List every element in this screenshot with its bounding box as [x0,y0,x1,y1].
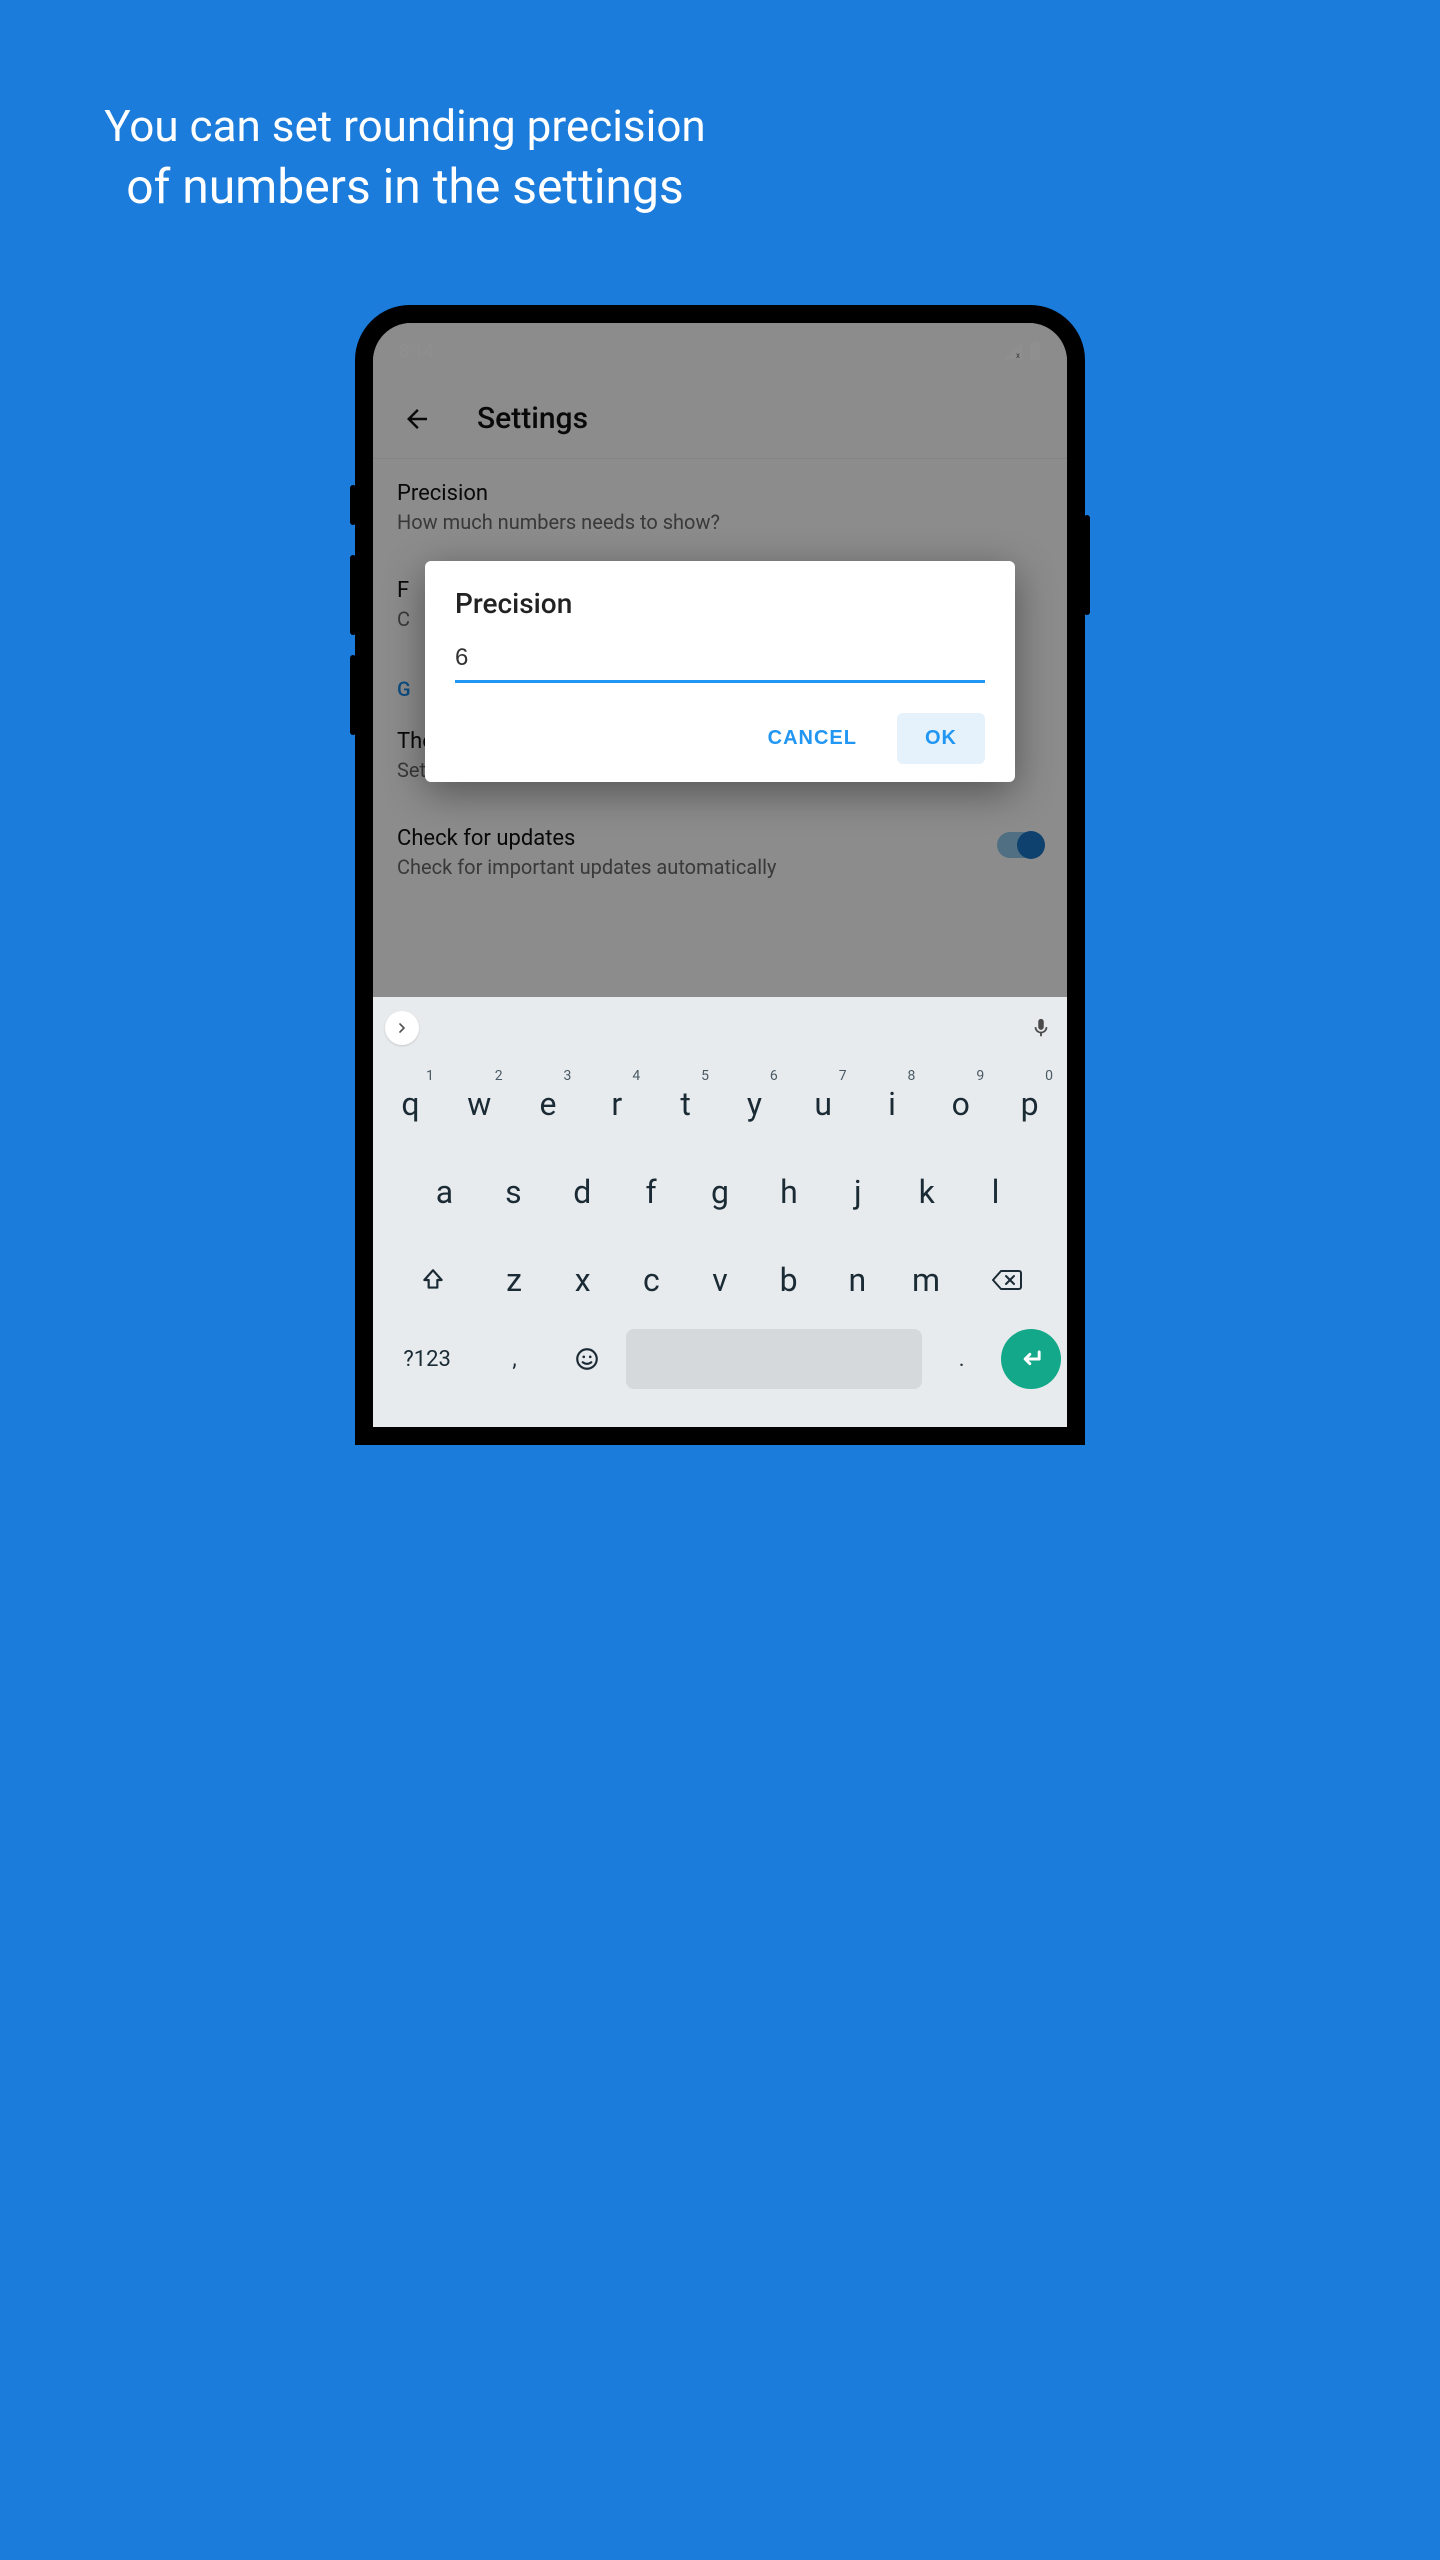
key-m[interactable]: m [895,1241,958,1319]
key-e[interactable]: e3 [517,1065,580,1143]
keyboard-row-2: asdfghjkl [379,1153,1061,1231]
ok-button[interactable]: OK [897,713,985,764]
soft-keyboard: q1w2e3r4t5y6u7i8o9p0 asdfghjkl zxcvbnm ?… [373,997,1067,1427]
shift-key[interactable] [389,1241,477,1319]
key-r[interactable]: r4 [585,1065,648,1143]
keyboard-row-1: q1w2e3r4t5y6u7i8o9p0 [379,1065,1061,1143]
enter-key[interactable] [1001,1329,1061,1389]
keyboard-row-4: ?123 , . [379,1329,1061,1389]
key-t[interactable]: t5 [654,1065,717,1143]
phone-screen: 8:14 x Settings [373,323,1067,1427]
cancel-button[interactable]: CANCEL [746,713,879,764]
key-x[interactable]: x [551,1241,614,1319]
key-u[interactable]: u7 [792,1065,855,1143]
comma-key[interactable]: , [481,1329,548,1389]
key-n[interactable]: n [826,1241,889,1319]
keyboard-suggestion-bar [373,997,1067,1059]
precision-dialog: Precision CANCEL OK [425,561,1015,782]
promo-text: You can set rounding precision of number… [0,0,810,215]
key-z[interactable]: z [483,1241,546,1319]
key-k[interactable]: k [895,1153,958,1231]
key-v[interactable]: v [689,1241,752,1319]
phone-frame: 8:14 x Settings [355,305,1085,1445]
space-key[interactable] [626,1329,922,1389]
symbols-key[interactable]: ?123 [379,1329,475,1389]
key-h[interactable]: h [757,1153,820,1231]
keyboard-row-3: zxcvbnm [379,1241,1061,1319]
key-p[interactable]: p0 [998,1065,1061,1143]
key-q[interactable]: q1 [379,1065,442,1143]
key-j[interactable]: j [826,1153,889,1231]
key-y[interactable]: y6 [723,1065,786,1143]
key-f[interactable]: f [620,1153,683,1231]
key-d[interactable]: d [551,1153,614,1231]
emoji-key[interactable] [554,1329,621,1389]
keyboard-expand-button[interactable] [385,1011,419,1045]
key-w[interactable]: w2 [448,1065,511,1143]
key-o[interactable]: o9 [929,1065,992,1143]
precision-input[interactable] [455,638,985,678]
promo-line-2: of numbers in the settings [30,158,780,215]
period-key[interactable]: . [928,1329,995,1389]
key-a[interactable]: a [413,1153,476,1231]
key-l[interactable]: l [964,1153,1027,1231]
dialog-title: Precision [455,587,985,620]
key-s[interactable]: s [482,1153,545,1231]
key-b[interactable]: b [757,1241,820,1319]
key-g[interactable]: g [689,1153,752,1231]
key-i[interactable]: i8 [861,1065,924,1143]
key-c[interactable]: c [620,1241,683,1319]
promo-line-1: You can set rounding precision [30,100,780,152]
backspace-key[interactable] [963,1241,1051,1319]
microphone-icon[interactable] [1027,1014,1055,1042]
